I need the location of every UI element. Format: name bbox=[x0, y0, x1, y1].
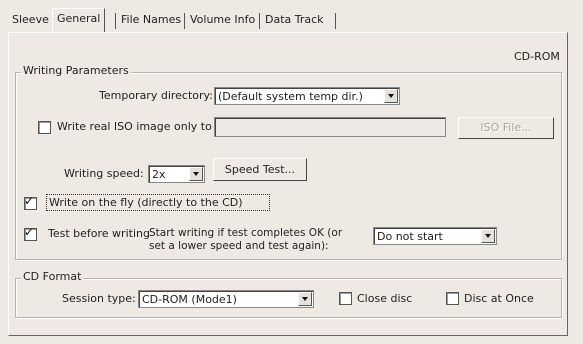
close-disc-label: Close disc bbox=[357, 292, 413, 305]
tab-volume-info[interactable]: Volume Info bbox=[186, 10, 259, 30]
tab-general[interactable]: General bbox=[52, 8, 106, 33]
speed-test-button[interactable]: Speed Test... bbox=[213, 158, 307, 181]
check-icon: ✓ bbox=[24, 225, 35, 239]
write-iso-label: Write real ISO image only to bbox=[57, 120, 212, 133]
test-before-checkbox[interactable]: ✓ bbox=[24, 225, 37, 241]
speed-dropdown[interactable]: 2x bbox=[148, 165, 205, 183]
iso-file-button[interactable]: ISO File... bbox=[458, 117, 554, 139]
speed-value: 2x bbox=[152, 168, 166, 181]
chevron-down-icon[interactable] bbox=[189, 167, 203, 181]
tab-divider bbox=[184, 13, 185, 29]
start-writing-value: Do not start bbox=[377, 230, 443, 243]
test-before-label: Test before writing bbox=[48, 227, 150, 240]
temp-dir-dropdown[interactable]: (Default system temp dir.) bbox=[214, 87, 400, 105]
chevron-down-icon[interactable] bbox=[298, 292, 312, 306]
chevron-down-icon[interactable] bbox=[481, 229, 495, 243]
on-the-fly-label: Write on the fly (directly to the CD) bbox=[49, 196, 243, 209]
session-type-dropdown[interactable]: CD-ROM (Mode1) bbox=[138, 290, 314, 308]
disc-at-once-label: Disc at Once bbox=[464, 292, 534, 305]
write-iso-checkbox[interactable] bbox=[38, 121, 51, 134]
speed-label: Writing speed: bbox=[64, 167, 144, 180]
tab-divider bbox=[335, 13, 336, 29]
chevron-down-icon[interactable] bbox=[384, 89, 398, 103]
disc-at-once-checkbox[interactable] bbox=[446, 292, 459, 305]
start-writing-text-line1: Start writing if test completes OK (or bbox=[149, 227, 343, 239]
temp-dir-value: (Default system temp dir.) bbox=[218, 90, 363, 103]
close-disc-checkbox[interactable] bbox=[339, 292, 352, 305]
on-the-fly-checkbox[interactable]: ✓ bbox=[24, 194, 37, 210]
session-type-label: Session type: bbox=[62, 292, 136, 305]
tab-divider bbox=[259, 13, 260, 29]
tab-sleeve[interactable]: Sleeve bbox=[8, 10, 53, 30]
iso-path-field[interactable] bbox=[214, 117, 446, 137]
start-writing-text-line2: set a lower speed and test again): bbox=[149, 240, 329, 252]
session-type-value: CD-ROM (Mode1) bbox=[142, 293, 237, 306]
start-writing-dropdown[interactable]: Do not start bbox=[373, 227, 497, 245]
tab-divider bbox=[115, 13, 116, 29]
cd-format-legend: CD Format bbox=[21, 270, 84, 283]
tab-file-names[interactable]: File Names bbox=[117, 10, 185, 30]
temp-dir-label: Temporary directory: bbox=[99, 89, 213, 102]
writing-parameters-legend: Writing Parameters bbox=[21, 64, 131, 77]
media-type-label: CD-ROM bbox=[514, 50, 560, 63]
check-icon: ✓ bbox=[24, 194, 35, 208]
tab-data-track[interactable]: Data Track bbox=[261, 10, 328, 30]
